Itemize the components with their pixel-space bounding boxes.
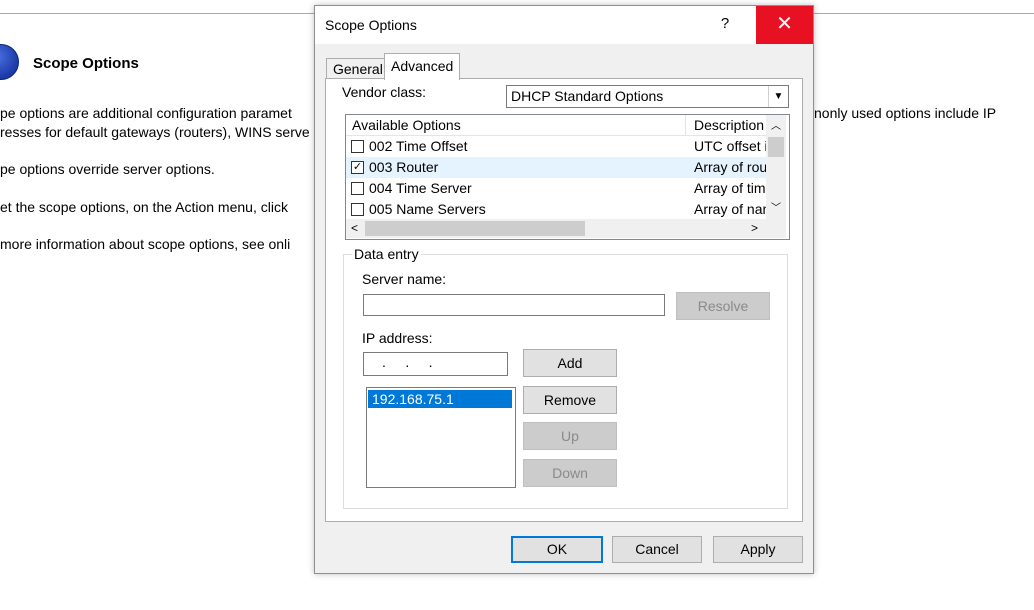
chevron-down-icon[interactable]: ▼ <box>768 86 788 107</box>
list-item[interactable]: 004 Time Server Array of time <box>346 178 766 199</box>
background-text-line-5: more information about scope options, se… <box>0 236 291 252</box>
background-text-line-2: resses for default gateways (routers), W… <box>0 124 310 140</box>
vertical-scroll-thumb[interactable] <box>768 137 784 157</box>
scope-options-dialog: Scope Options ? ✕ General Advanced Vendo… <box>314 5 814 574</box>
option-checkbox[interactable] <box>351 203 364 216</box>
resolve-button[interactable]: Resolve <box>676 292 770 320</box>
apply-button[interactable]: Apply <box>713 536 803 563</box>
ip-address-input[interactable]: . . . <box>363 352 508 376</box>
option-name: 004 Time Server <box>369 180 472 196</box>
option-name: 002 Time Offset <box>369 138 468 154</box>
background-title: Scope Options <box>33 55 139 72</box>
list-item[interactable]: ✓ 003 Router Array of rout <box>346 157 766 178</box>
chevron-down-icon[interactable]: ﹀ <box>766 199 786 214</box>
dialog-titlebar[interactable]: Scope Options ? ✕ <box>315 6 813 44</box>
advanced-tab-panel: Vendor class: DHCP Standard Options ▼ Av… <box>325 78 803 522</box>
option-checkbox[interactable]: ✓ <box>351 161 364 174</box>
tab-general[interactable]: General <box>326 58 390 79</box>
column-description[interactable]: Description <box>694 117 764 133</box>
available-options-list[interactable]: Available Options Description 002 Time O… <box>345 114 790 240</box>
ip-address-value: . . . <box>382 354 433 370</box>
list-header: Available Options Description <box>346 115 766 136</box>
horizontal-scroll-thumb[interactable] <box>365 221 585 236</box>
vertical-scrollbar[interactable]: ︿ ﹀ <box>766 115 786 219</box>
cancel-button[interactable]: Cancel <box>612 536 702 563</box>
remove-button[interactable]: Remove <box>523 386 617 414</box>
chevron-right-icon[interactable]: > <box>751 221 758 235</box>
list-item[interactable]: 005 Name Servers Array of nam <box>346 199 766 219</box>
option-checkbox[interactable] <box>351 140 364 153</box>
option-description: Array of rout <box>694 159 766 175</box>
option-description: Array of nam <box>694 201 766 217</box>
column-divider[interactable] <box>685 115 686 135</box>
chevron-up-icon[interactable]: ︿ <box>766 117 786 132</box>
vendor-class-value: DHCP Standard Options <box>511 88 664 104</box>
server-name-label: Server name: <box>362 271 447 287</box>
down-button[interactable]: Down <box>523 459 617 487</box>
scroll-corner <box>766 219 786 238</box>
background-text-line-3: pe options override server options. <box>0 161 215 177</box>
option-checkbox[interactable] <box>351 182 364 195</box>
background-text-line-4: et the scope options, on the Action menu… <box>0 199 288 215</box>
server-name-input[interactable] <box>363 294 665 316</box>
ip-address-list[interactable]: 192.168.75.1 <box>366 387 516 488</box>
scope-options-icon <box>0 44 19 80</box>
vendor-class-select[interactable]: DHCP Standard Options ▼ <box>506 85 789 108</box>
list-item[interactable]: 002 Time Offset UTC offset i <box>346 136 766 157</box>
dialog-title: Scope Options <box>325 17 417 33</box>
tab-advanced[interactable]: Advanced <box>384 53 461 80</box>
up-button[interactable]: Up <box>523 422 617 450</box>
list-item[interactable]: 192.168.75.1 <box>368 390 512 408</box>
option-name: 005 Name Servers <box>369 201 486 217</box>
background-text-right: nonly used options include IP <box>814 105 997 121</box>
vendor-class-label: Vendor class: <box>342 84 427 100</box>
ok-button[interactable]: OK <box>511 536 603 563</box>
close-button[interactable]: ✕ <box>756 6 813 44</box>
column-available-options[interactable]: Available Options <box>352 117 461 133</box>
add-button[interactable]: Add <box>523 349 617 377</box>
chevron-left-icon[interactable]: < <box>351 221 358 235</box>
horizontal-scrollbar[interactable]: < > <box>346 219 766 238</box>
option-description: Array of time <box>694 180 766 196</box>
help-button[interactable]: ? <box>713 15 737 37</box>
data-entry-group: Data entry Server name: Resolve IP addre… <box>343 246 788 509</box>
option-name: 003 Router <box>369 159 439 175</box>
ip-address-label: IP address: <box>362 330 433 346</box>
data-entry-legend: Data entry <box>352 246 421 262</box>
option-description: UTC offset i <box>694 138 766 154</box>
background-text-line-1: pe options are additional configuration … <box>0 105 292 121</box>
